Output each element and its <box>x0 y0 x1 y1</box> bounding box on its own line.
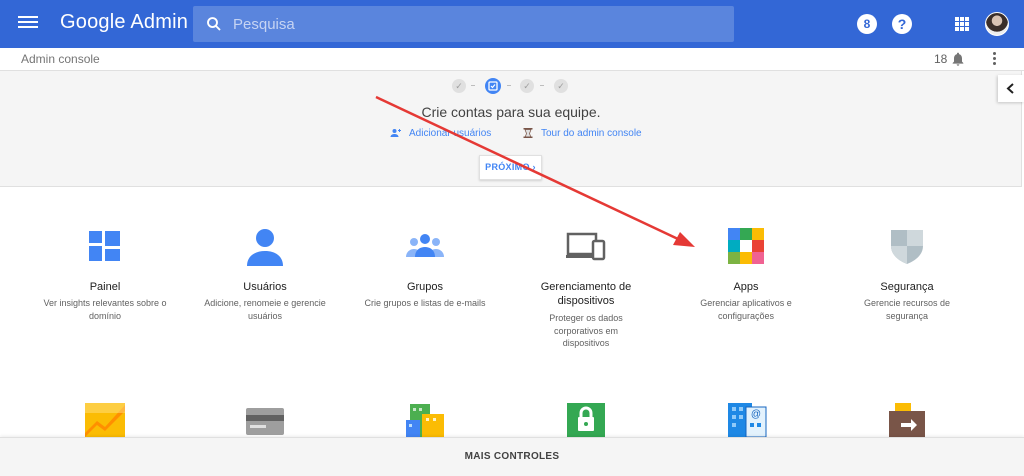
apps-icon <box>728 228 764 264</box>
onboarding-title: Crie contas para sua equipe. <box>421 104 601 120</box>
devices-icon <box>566 232 606 261</box>
app-title[interactable]: Google Admin <box>60 11 188 34</box>
company-profile-icon[interactable] <box>406 404 444 437</box>
account-avatar[interactable] <box>985 12 1009 36</box>
tour-label: Tour do admin console <box>541 128 642 139</box>
next-button[interactable]: PRÓXIMO › <box>479 155 542 180</box>
billing-icon[interactable] <box>246 406 284 437</box>
sub-header: Admin console 18 <box>0 48 1024 71</box>
help-icon[interactable]: ? <box>892 14 912 34</box>
svg-text:@: @ <box>751 409 761 420</box>
hamburger-menu-icon[interactable] <box>18 14 38 34</box>
tile-description: Gerenciar aplicativos e configurações <box>700 298 792 321</box>
tile-description: Crie grupos e listas de e-mails <box>364 298 486 308</box>
search-box[interactable] <box>193 6 734 42</box>
bottom-bar: MAIS CONTROLES <box>0 437 1024 476</box>
onboarding-panel: ✓ ✓ ✓ Crie contas para sua equipe. Adici… <box>0 71 1022 187</box>
step-indicator: ✓ ✓ ✓ <box>452 78 572 95</box>
tile-title: Gerenciamento de dispositivos <box>540 281 632 307</box>
chevron-left-icon <box>1006 83 1014 94</box>
support-badge-icon[interactable]: 8 <box>857 14 877 34</box>
groups-icon <box>406 234 444 257</box>
tile-description: Ver insights relevantes sobre o domínio <box>43 298 167 321</box>
tile-description: Adicione, renomeie e gerencie usuários <box>204 298 326 321</box>
tile-security[interactable]: Segurança Gerencie recursos de segurança <box>832 226 982 336</box>
dashboard-icon <box>89 231 120 261</box>
tile-description: Proteger os dados corporativos em dispos… <box>549 313 623 348</box>
tile-title: Grupos <box>406 281 444 293</box>
breadcrumb[interactable]: Admin console <box>21 52 100 66</box>
step-pending-icon: ✓ <box>554 79 568 93</box>
tile-title: Painel <box>89 281 121 293</box>
tile-groups[interactable]: Grupos Crie grupos e listas de e-mails <box>350 226 500 336</box>
tour-link[interactable]: Tour do admin console <box>522 128 642 139</box>
tile-description: Gerencie recursos de segurança <box>863 298 951 321</box>
search-input[interactable] <box>233 6 713 42</box>
step-current-icon <box>485 78 501 94</box>
tile-title: Apps <box>733 281 759 293</box>
tile-apps[interactable]: Apps Gerenciar aplicativos e configuraçõ… <box>671 226 821 336</box>
user-icon <box>247 229 283 266</box>
reports-icon[interactable] <box>85 403 125 437</box>
add-users-label: Adicionar usuários <box>409 128 492 139</box>
tour-icon <box>523 128 533 138</box>
tile-device-management[interactable]: Gerenciamento de dispositivos Proteger o… <box>511 226 661 351</box>
more-options-icon[interactable] <box>990 51 998 67</box>
top-app-bar: Google Admin 8 ? <box>0 0 1024 48</box>
tile-users[interactable]: Usuários Adicione, renomeie e gerencie u… <box>190 226 340 336</box>
step-pending-icon: ✓ <box>520 79 534 93</box>
add-users-link[interactable]: Adicionar usuários <box>390 128 491 139</box>
add-user-icon <box>390 129 401 137</box>
tile-dashboard[interactable]: Painel Ver insights relevantes sobre o d… <box>30 226 180 336</box>
admin-roles-icon[interactable] <box>567 403 605 437</box>
collapse-sidebar-button[interactable] <box>998 75 1024 102</box>
tile-title: Segurança <box>880 281 934 293</box>
search-icon <box>207 17 221 31</box>
tile-title: Usuários <box>243 281 287 293</box>
bell-icon[interactable] <box>950 51 966 67</box>
more-controls-button[interactable]: MAIS CONTROLES <box>0 451 1024 462</box>
data-migration-icon[interactable] <box>889 403 925 437</box>
notification-count: 18 <box>934 52 948 66</box>
shield-icon <box>891 230 923 264</box>
apps-launcher-icon[interactable] <box>955 17 969 31</box>
domains-icon[interactable]: @ <box>728 403 768 437</box>
step-done-icon: ✓ <box>452 79 466 93</box>
